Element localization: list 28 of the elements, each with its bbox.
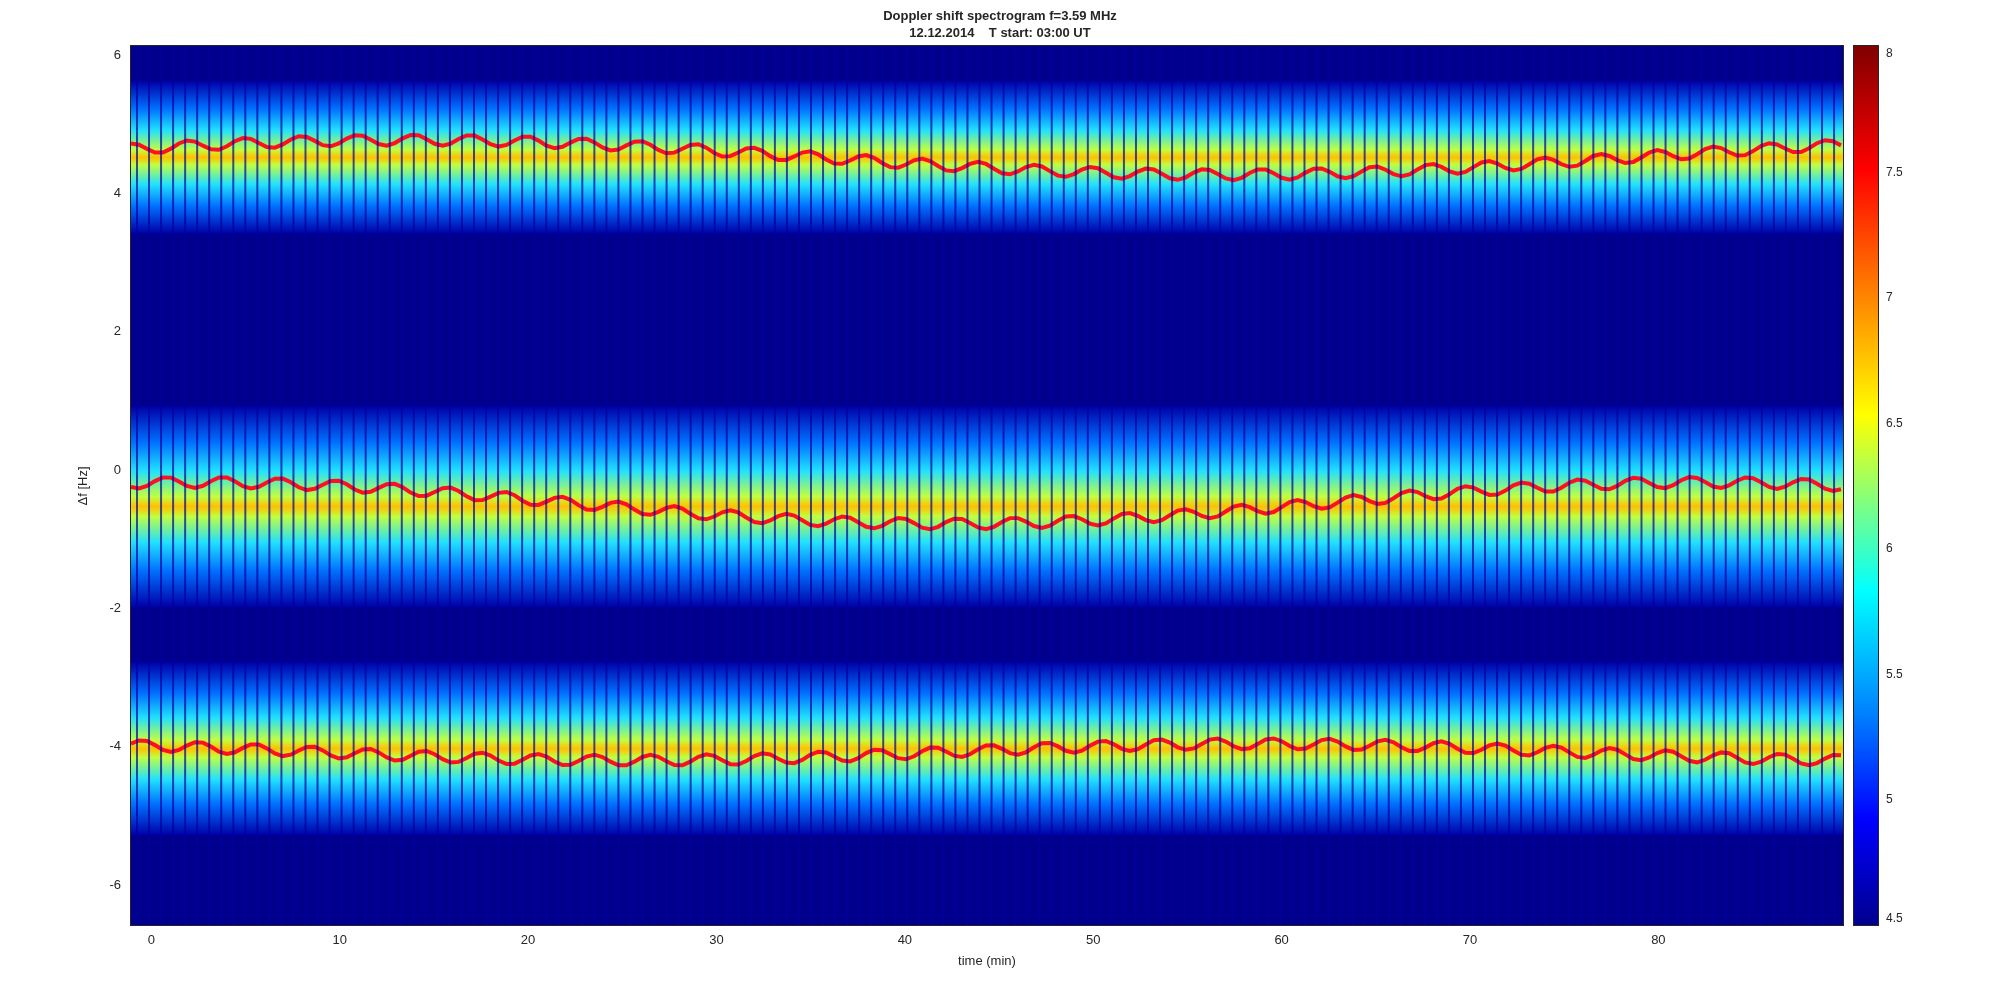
chart-title: 12.12.2014 T start: 03:00 UT [909,23,1091,41]
x-axis-label: time (min) [958,953,1016,968]
x-tick-label: 50 [1086,932,1101,947]
colorbar-tick-label: 6 [1886,541,1893,556]
y-axis-label: Δf [Hz] [74,466,90,505]
x-tick-label: 80 [1651,932,1666,947]
x-tick-label: 40 [897,932,913,947]
y-tick-label: 2 [113,322,121,338]
colorbar-tick-label: 5.5 [1886,666,1903,681]
colorbar-tick-label: 4.5 [1886,911,1903,925]
y-tick-label: 6 [113,46,121,62]
y-tick-label: 4 [113,184,121,200]
x-tick-label: 60 [1274,932,1289,947]
x-tick-label: 10 [332,932,347,947]
colorbar-tick-label: 8 [1886,46,1893,60]
x-tick-label: 0 [147,932,155,947]
y-tick-label: -6 [109,876,121,891]
colorbar-tick-label: 7.5 [1886,164,1903,179]
y-tick-label: -4 [109,737,121,753]
y-tick-label: -2 [109,599,121,615]
colorbar-tick-label: 5 [1886,792,1893,807]
x-tick-label: 70 [1462,932,1478,947]
colorbar-tick-label: 7 [1886,290,1893,305]
colorbar-tick-label: 6.5 [1886,415,1903,430]
y-tick-label: 0 [113,461,121,477]
x-tick-label: 30 [709,932,724,947]
x-tick-label: 20 [520,932,536,947]
chart-title: Doppler shift spectrogram f=3.59 MHz [883,6,1117,24]
